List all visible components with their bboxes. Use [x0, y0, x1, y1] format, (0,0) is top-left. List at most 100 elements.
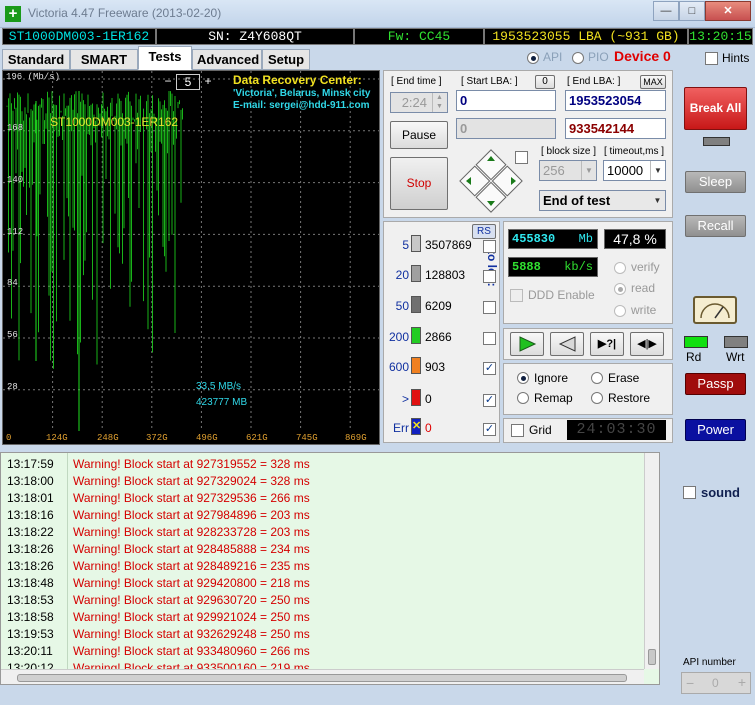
stat-log-checkbox[interactable]: ✓ — [483, 423, 496, 436]
log-horizontal-scrollbar[interactable] — [1, 669, 644, 684]
log-message: Warning! Block start at 929630720 = 250 … — [73, 593, 310, 607]
stat-log-checkbox[interactable] — [483, 301, 496, 314]
remap-radio[interactable] — [517, 392, 529, 404]
log-message: Warning! Block start at 927319552 = 328 … — [73, 457, 310, 471]
tab-tests[interactable]: Tests — [138, 46, 192, 70]
restore-radio[interactable] — [591, 392, 603, 404]
api-number-spinner[interactable]: − 0 + — [681, 672, 751, 694]
device-label: Device 0 — [614, 48, 671, 64]
mb-unit: Mb — [578, 232, 593, 246]
clock: 13:20:15 — [688, 28, 753, 45]
rewind-button[interactable] — [550, 332, 584, 356]
start-lba-zero-button[interactable]: 0 — [535, 75, 555, 89]
stat-log-checkbox[interactable] — [483, 240, 496, 253]
increase-icon[interactable]: + — [738, 674, 746, 690]
stop-button[interactable]: Stop — [390, 157, 448, 210]
end-action-select[interactable]: End of test — [539, 190, 666, 211]
recovery-email: E-mail: sergei@hdd-911.com — [233, 100, 370, 111]
y-tick: 168 — [7, 123, 24, 133]
speed-graph: 196 (Mb/s) 168 140 112 84 56 28 0 124G 2… — [2, 70, 380, 445]
max-lba-button[interactable]: MAX — [640, 75, 666, 89]
log-entry: 13:20:11 Warning! Block start at 93348096… — [1, 643, 659, 660]
stat-log-checkbox[interactable] — [483, 332, 496, 345]
title-bar: + Victoria 4.47 Freeware (2013-02-20) — … — [0, 0, 755, 28]
pio-label: PIO — [588, 50, 609, 64]
recall-button[interactable]: Recall — [685, 215, 746, 237]
log-message: Warning! Block start at 927329536 = 266 … — [73, 491, 310, 505]
break-all-button[interactable]: Break All — [684, 87, 747, 130]
log-scroll-thumb[interactable] — [648, 649, 656, 665]
tab-advanced[interactable]: Advanced — [192, 49, 262, 70]
stat-count: 3507869 — [425, 238, 472, 252]
sleep-button[interactable]: Sleep — [685, 171, 746, 193]
decrease-icon[interactable]: − — [686, 675, 694, 691]
log-vertical-scrollbar[interactable] — [644, 453, 659, 669]
stat-log-checkbox[interactable]: ✓ — [483, 362, 496, 375]
end-action-dropdown-icon[interactable]: ▼ — [650, 191, 665, 210]
api-radio[interactable] — [527, 52, 539, 64]
end-lba-field[interactable]: 1953523054 — [565, 90, 666, 111]
stat-color-swatch — [411, 265, 421, 282]
ignore-radio[interactable] — [517, 372, 529, 384]
erase-radio[interactable] — [591, 372, 603, 384]
minimize-button[interactable]: — — [653, 1, 679, 21]
verify-radio[interactable] — [614, 262, 626, 274]
start-lba-field[interactable]: 0 — [456, 90, 556, 111]
grid-checkbox[interactable] — [511, 424, 524, 437]
y-tick: 140 — [7, 175, 24, 185]
tab-setup[interactable]: Setup — [262, 49, 310, 70]
speed-value: 5888 — [512, 260, 541, 274]
close-button[interactable]: ✕ — [705, 1, 751, 21]
graph-speed: 33,5 MB/s — [196, 381, 242, 392]
recovery-title: Data Recovery Center: — [233, 73, 362, 87]
api-label: API — [543, 50, 563, 64]
maximize-button[interactable]: □ — [679, 1, 705, 21]
log-time: 13:18:26 — [7, 559, 54, 573]
hints-checkbox[interactable] — [705, 52, 718, 65]
block-size-dropdown-icon[interactable]: ▼ — [581, 161, 596, 180]
ddd-enable-checkbox[interactable] — [510, 289, 523, 302]
y-unit-label: 196 (Mb/s) — [6, 72, 61, 82]
ignore-label: Ignore — [534, 371, 569, 385]
sound-checkbox[interactable] — [683, 486, 696, 499]
log-time: 13:18:53 — [7, 593, 54, 607]
log-entry: 13:18:26 Warning! Block start at 92848588… — [1, 541, 659, 558]
read-indicator — [684, 336, 708, 348]
skip-end-button[interactable]: ◀|▶ — [630, 332, 664, 356]
scale-increase-button[interactable]: + — [201, 75, 215, 89]
stat-log-checkbox[interactable]: ✓ — [483, 394, 496, 407]
stat-threshold: 600 — [388, 360, 409, 374]
timeout-dropdown-icon[interactable]: ▼ — [650, 161, 665, 180]
read-radio[interactable] — [614, 283, 626, 295]
scale-decrease-button[interactable]: − — [161, 75, 175, 89]
power-button[interactable]: Power — [685, 419, 746, 441]
pio-radio[interactable] — [572, 52, 584, 64]
tab-smart[interactable]: SMART — [70, 49, 138, 70]
stat-threshold: 200 — [388, 330, 409, 344]
stat-threshold: 5 — [402, 238, 409, 252]
write-radio[interactable] — [614, 305, 626, 317]
stat-count: 128803 — [425, 268, 466, 282]
log-entry: 13:18:22 Warning! Block start at 92823372… — [1, 524, 659, 541]
stat-count: 0 — [425, 421, 432, 435]
log-entry: 13:18:01 Warning! Block start at 92732953… — [1, 490, 659, 507]
erase-label: Erase — [608, 371, 640, 385]
error-action-panel — [503, 363, 673, 415]
rewind-icon — [558, 336, 576, 352]
reset-stats-button[interactable]: RS — [472, 224, 496, 239]
passp-button[interactable]: Passp — [685, 373, 746, 395]
play-button[interactable] — [510, 332, 544, 356]
tab-standard[interactable]: Standard — [2, 49, 70, 70]
drive-model: ST1000DM003-1ER162 — [2, 28, 156, 45]
scan-unknown-button[interactable]: ▶?| — [590, 332, 624, 356]
end-lba-label: [ End LBA: ] — [567, 76, 621, 87]
log-time: 13:18:01 — [7, 491, 54, 505]
pause-button[interactable]: Pause — [390, 121, 448, 149]
end-time-spinner[interactable]: ▲ ▼ — [432, 93, 446, 112]
log-hscroll-thumb[interactable] — [17, 674, 627, 682]
drive-label: ST1000DM003-1ER162 — [50, 115, 179, 129]
stat-color-swatch: ✕ — [411, 418, 421, 435]
recovery-location: 'Victoria', Belarus, Minsk city — [233, 88, 371, 99]
stat-log-checkbox[interactable] — [483, 270, 496, 283]
direction-checkbox[interactable] — [515, 151, 528, 164]
